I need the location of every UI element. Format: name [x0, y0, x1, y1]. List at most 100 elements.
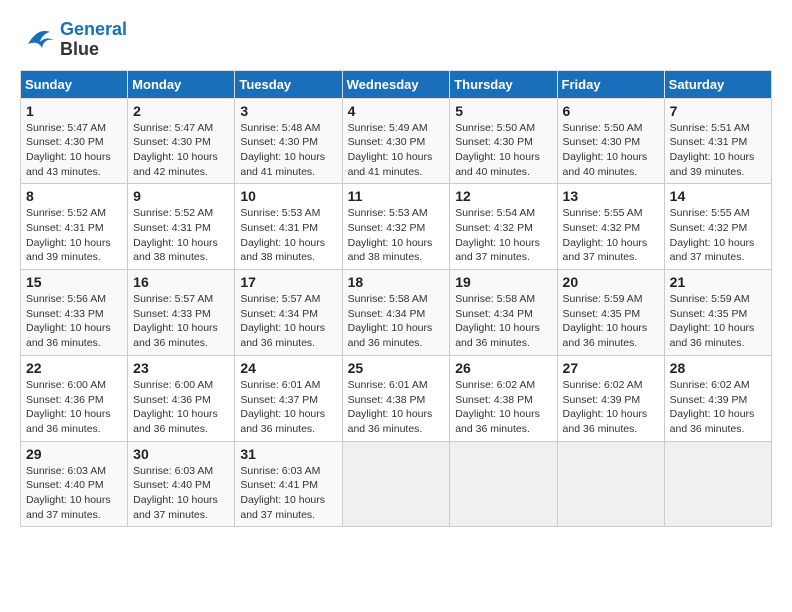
day-info: Sunrise: 6:01 AMSunset: 4:37 PMDaylight:… — [240, 378, 336, 437]
calendar-cell — [664, 441, 771, 527]
calendar-cell: 19 Sunrise: 5:58 AMSunset: 4:34 PMDayligh… — [450, 270, 557, 356]
calendar-cell: 25Sunrise: 6:01 AMSunset: 4:38 PMDayligh… — [342, 355, 450, 441]
calendar-cell — [557, 441, 664, 527]
day-info: Sunrise: 6:00 AMSunset: 4:36 PMDaylight:… — [133, 378, 229, 437]
day-info: Sunrise: 5:54 AMSunset: 4:32 PMDaylight:… — [455, 206, 551, 265]
day-info: Sunrise: 6:02 AMSunset: 4:39 PMDaylight:… — [563, 378, 659, 437]
calendar-cell: 23 Sunrise: 6:00 AMSunset: 4:36 PMDayligh… — [128, 355, 235, 441]
weekday-header: Friday — [557, 70, 664, 98]
day-number: 17 — [240, 274, 336, 290]
calendar-cell: 29 Sunrise: 6:03 AMSunset: 4:40 PMDayligh… — [21, 441, 128, 527]
calendar-header-row: SundayMondayTuesdayWednesdayThursdayFrid… — [21, 70, 772, 98]
calendar-week-row: 8 Sunrise: 5:52 AMSunset: 4:31 PMDaylight… — [21, 184, 772, 270]
calendar-cell: 13 Sunrise: 5:55 AMSunset: 4:32 PMDayligh… — [557, 184, 664, 270]
day-info: Sunrise: 6:02 AMSunset: 4:38 PMDaylight:… — [455, 378, 551, 437]
day-info: Sunrise: 5:57 AMSunset: 4:34 PMDaylight:… — [240, 292, 336, 351]
calendar-cell — [342, 441, 450, 527]
calendar-week-row: 15 Sunrise: 5:56 AMSunset: 4:33 PMDayligh… — [21, 270, 772, 356]
day-number: 4 — [348, 103, 445, 119]
day-info: Sunrise: 5:51 AMSunset: 4:31 PMDaylight:… — [670, 121, 766, 180]
day-info: Sunrise: 5:47 AMSunset: 4:30 PMDaylight:… — [133, 121, 229, 180]
calendar-week-row: 29 Sunrise: 6:03 AMSunset: 4:40 PMDayligh… — [21, 441, 772, 527]
day-info: Sunrise: 5:52 AMSunset: 4:31 PMDaylight:… — [26, 206, 122, 265]
calendar-cell: 28Sunrise: 6:02 AMSunset: 4:39 PMDayligh… — [664, 355, 771, 441]
day-info: Sunrise: 5:55 AMSunset: 4:32 PMDaylight:… — [563, 206, 659, 265]
calendar-cell: 9 Sunrise: 5:52 AMSunset: 4:31 PMDaylight… — [128, 184, 235, 270]
calendar-cell: 20 Sunrise: 5:59 AMSunset: 4:35 PMDayligh… — [557, 270, 664, 356]
calendar-table: SundayMondayTuesdayWednesdayThursdayFrid… — [20, 70, 772, 528]
day-number: 26 — [455, 360, 551, 376]
day-number: 11 — [348, 188, 445, 204]
page-header: General Blue — [20, 20, 772, 60]
day-info: Sunrise: 6:03 AMSunset: 4:40 PMDaylight:… — [133, 464, 229, 523]
logo-text: General Blue — [60, 20, 127, 60]
day-number: 15 — [26, 274, 122, 290]
day-number: 13 — [563, 188, 659, 204]
day-info: Sunrise: 5:48 AMSunset: 4:30 PMDaylight:… — [240, 121, 336, 180]
day-number: 31 — [240, 446, 336, 462]
calendar-cell: 4 Sunrise: 5:49 AMSunset: 4:30 PMDaylight… — [342, 98, 450, 184]
day-number: 18 — [348, 274, 445, 290]
day-info: Sunrise: 6:03 AMSunset: 4:41 PMDaylight:… — [240, 464, 336, 523]
calendar-cell — [450, 441, 557, 527]
day-info: Sunrise: 5:50 AMSunset: 4:30 PMDaylight:… — [455, 121, 551, 180]
day-number: 14 — [670, 188, 766, 204]
day-info: Sunrise: 5:59 AMSunset: 4:35 PMDaylight:… — [563, 292, 659, 351]
day-number: 19 — [455, 274, 551, 290]
calendar-cell: 31 Sunrise: 6:03 AMSunset: 4:41 PMDayligh… — [235, 441, 342, 527]
day-info: Sunrise: 5:49 AMSunset: 4:30 PMDaylight:… — [348, 121, 445, 180]
day-number: 8 — [26, 188, 122, 204]
calendar-cell: 15 Sunrise: 5:56 AMSunset: 4:33 PMDayligh… — [21, 270, 128, 356]
calendar-cell: 8 Sunrise: 5:52 AMSunset: 4:31 PMDaylight… — [21, 184, 128, 270]
day-info: Sunrise: 5:56 AMSunset: 4:33 PMDaylight:… — [26, 292, 122, 351]
day-number: 30 — [133, 446, 229, 462]
calendar-cell: 1 Sunrise: 5:47 AMSunset: 4:30 PMDaylight… — [21, 98, 128, 184]
calendar-cell: 21 Sunrise: 5:59 AMSunset: 4:35 PMDayligh… — [664, 270, 771, 356]
calendar-cell: 11 Sunrise: 5:53 AMSunset: 4:32 PMDayligh… — [342, 184, 450, 270]
logo: General Blue — [20, 20, 127, 60]
day-info: Sunrise: 5:53 AMSunset: 4:31 PMDaylight:… — [240, 206, 336, 265]
day-number: 25 — [348, 360, 445, 376]
calendar-cell: 12 Sunrise: 5:54 AMSunset: 4:32 PMDayligh… — [450, 184, 557, 270]
day-number: 21 — [670, 274, 766, 290]
weekday-header: Tuesday — [235, 70, 342, 98]
day-number: 20 — [563, 274, 659, 290]
calendar-week-row: 22Sunrise: 6:00 AMSunset: 4:36 PMDayligh… — [21, 355, 772, 441]
day-info: Sunrise: 5:58 AMSunset: 4:34 PMDaylight:… — [455, 292, 551, 351]
day-number: 24 — [240, 360, 336, 376]
calendar-cell: 18Sunrise: 5:58 AMSunset: 4:34 PMDayligh… — [342, 270, 450, 356]
day-number: 5 — [455, 103, 551, 119]
calendar-cell: 27 Sunrise: 6:02 AMSunset: 4:39 PMDayligh… — [557, 355, 664, 441]
day-info: Sunrise: 6:03 AMSunset: 4:40 PMDaylight:… — [26, 464, 122, 523]
weekday-header: Sunday — [21, 70, 128, 98]
day-info: Sunrise: 5:55 AMSunset: 4:32 PMDaylight:… — [670, 206, 766, 265]
day-number: 1 — [26, 103, 122, 119]
calendar-cell: 24 Sunrise: 6:01 AMSunset: 4:37 PMDayligh… — [235, 355, 342, 441]
calendar-cell: 17 Sunrise: 5:57 AMSunset: 4:34 PMDayligh… — [235, 270, 342, 356]
day-number: 12 — [455, 188, 551, 204]
day-number: 10 — [240, 188, 336, 204]
day-info: Sunrise: 5:52 AMSunset: 4:31 PMDaylight:… — [133, 206, 229, 265]
weekday-header: Thursday — [450, 70, 557, 98]
day-info: Sunrise: 5:53 AMSunset: 4:32 PMDaylight:… — [348, 206, 445, 265]
day-info: Sunrise: 5:59 AMSunset: 4:35 PMDaylight:… — [670, 292, 766, 351]
weekday-header: Wednesday — [342, 70, 450, 98]
day-number: 23 — [133, 360, 229, 376]
logo-icon — [20, 22, 56, 58]
calendar-cell: 6Sunrise: 5:50 AMSunset: 4:30 PMDaylight… — [557, 98, 664, 184]
calendar-cell: 2Sunrise: 5:47 AMSunset: 4:30 PMDaylight… — [128, 98, 235, 184]
calendar-cell: 10 Sunrise: 5:53 AMSunset: 4:31 PMDayligh… — [235, 184, 342, 270]
day-number: 7 — [670, 103, 766, 119]
day-number: 9 — [133, 188, 229, 204]
calendar-cell: 16 Sunrise: 5:57 AMSunset: 4:33 PMDayligh… — [128, 270, 235, 356]
day-info: Sunrise: 5:57 AMSunset: 4:33 PMDaylight:… — [133, 292, 229, 351]
day-info: Sunrise: 5:47 AMSunset: 4:30 PMDaylight:… — [26, 121, 122, 180]
weekday-header: Monday — [128, 70, 235, 98]
day-info: Sunrise: 6:02 AMSunset: 4:39 PMDaylight:… — [670, 378, 766, 437]
day-number: 29 — [26, 446, 122, 462]
day-number: 16 — [133, 274, 229, 290]
calendar-cell: 30 Sunrise: 6:03 AMSunset: 4:40 PMDayligh… — [128, 441, 235, 527]
day-number: 27 — [563, 360, 659, 376]
calendar-cell: 5 Sunrise: 5:50 AMSunset: 4:30 PMDaylight… — [450, 98, 557, 184]
calendar-week-row: 1 Sunrise: 5:47 AMSunset: 4:30 PMDaylight… — [21, 98, 772, 184]
